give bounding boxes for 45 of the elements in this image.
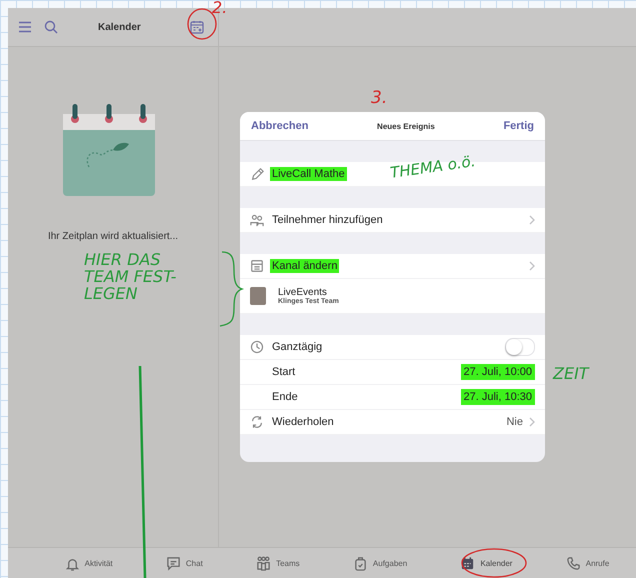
- tab[interactable]: Teams: [256, 556, 300, 570]
- value-text: Nie: [506, 416, 523, 428]
- tab[interactable]: Chat: [166, 556, 203, 570]
- list-item[interactable]: Wiederholen Nie: [240, 410, 545, 435]
- circle-mark: [461, 548, 527, 578]
- clock-icon: [250, 340, 264, 354]
- tab[interactable]: Aktivität: [64, 556, 113, 570]
- page-title: Kalender: [98, 22, 141, 32]
- list-item[interactable]: Kanal ändern: [240, 254, 545, 279]
- list-item[interactable]: Teilnehmer hinzufügen: [240, 208, 545, 233]
- status-message: Ihr Zeitplan wird aktualisiert...: [48, 231, 178, 242]
- search-icon[interactable]: [44, 20, 58, 34]
- handwritten-note: 3.: [371, 90, 388, 108]
- toggle-switch[interactable]: [505, 338, 535, 356]
- pencil-icon: [250, 167, 264, 181]
- cancel-button[interactable]: Abbrechen: [251, 120, 308, 132]
- date-value[interactable]: 27. Juli, 10:00: [460, 364, 535, 380]
- bag-icon: [352, 556, 368, 570]
- handwritten-note: ZEIT: [553, 366, 589, 383]
- chat-icon: [166, 556, 181, 570]
- menu-icon[interactable]: [18, 21, 32, 33]
- done-button[interactable]: Fertig: [503, 120, 534, 132]
- avatar: [250, 287, 266, 305]
- channel-name: LiveEvents: [278, 287, 328, 298]
- tab[interactable]: Aufgaben: [352, 556, 408, 570]
- handwritten-note: THEMA o.ö.: [389, 154, 476, 182]
- handwritten-note: HIER DAS TEAM FEST- LEGEN: [84, 252, 176, 302]
- date-value[interactable]: 27. Juli, 10:30: [460, 389, 535, 405]
- list-icon: [250, 259, 264, 273]
- chevron-right-icon: [529, 261, 535, 271]
- row-label: Start: [271, 365, 296, 379]
- phone-icon: [566, 556, 581, 570]
- people-icon: [250, 213, 264, 227]
- tab[interactable]: Kalender: [460, 556, 512, 570]
- row-label: Ende: [271, 390, 299, 404]
- title-field[interactable]: LiveCall Mathe: [270, 167, 347, 181]
- row-label: Ganztägig: [271, 340, 324, 354]
- handwritten-note: 2.: [212, 0, 228, 17]
- calendar-add-icon[interactable]: [190, 20, 204, 34]
- people-icon: [256, 556, 272, 570]
- dialog-title: Neues Ereignis: [377, 122, 435, 130]
- repeat-icon: [250, 415, 264, 429]
- tab[interactable]: Anrufe: [566, 556, 610, 570]
- chevron-right-icon: [529, 215, 535, 225]
- chevron-right-icon: [529, 417, 535, 427]
